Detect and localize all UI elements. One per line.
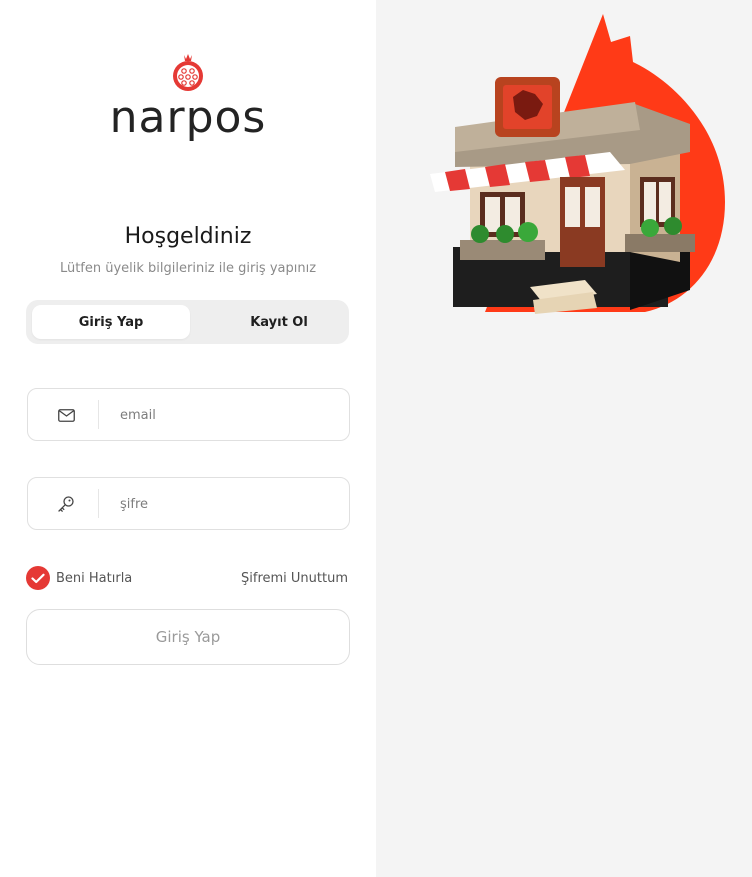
key-icon [56,494,76,514]
page-title: Hoşgeldiniz [124,224,252,249]
auth-tabs: Giriş Yap Kayıt Ol [26,300,349,344]
email-field[interactable] [27,388,350,441]
email-input[interactable] [118,401,332,429]
brand-logo: narpos [108,52,268,148]
remember-me-checkbox[interactable]: Beni Hatırla [26,566,132,590]
tab-register[interactable]: Kayıt Ol [214,305,344,339]
pomegranate-icon [173,54,203,91]
field-divider [98,489,99,518]
page-subtitle: Lütfen üyelik bilgileriniz ile giriş yap… [59,261,317,276]
login-submit-button[interactable]: Giriş Yap [26,609,350,665]
login-panel: narpos Hoşgeldiniz Lütfen üyelik bilgile… [0,0,376,877]
mail-icon [56,405,76,425]
checkmark-icon[interactable] [26,566,50,590]
brand-wordmark: narpos [109,92,267,143]
field-divider [98,400,99,429]
tab-login[interactable]: Giriş Yap [32,305,190,339]
remember-me-label: Beni Hatırla [56,570,133,586]
forgot-password-link[interactable]: Şifremi Unuttum [241,571,348,586]
password-input[interactable] [118,490,332,518]
storefront-illustration [425,12,725,322]
password-field[interactable] [27,477,350,530]
